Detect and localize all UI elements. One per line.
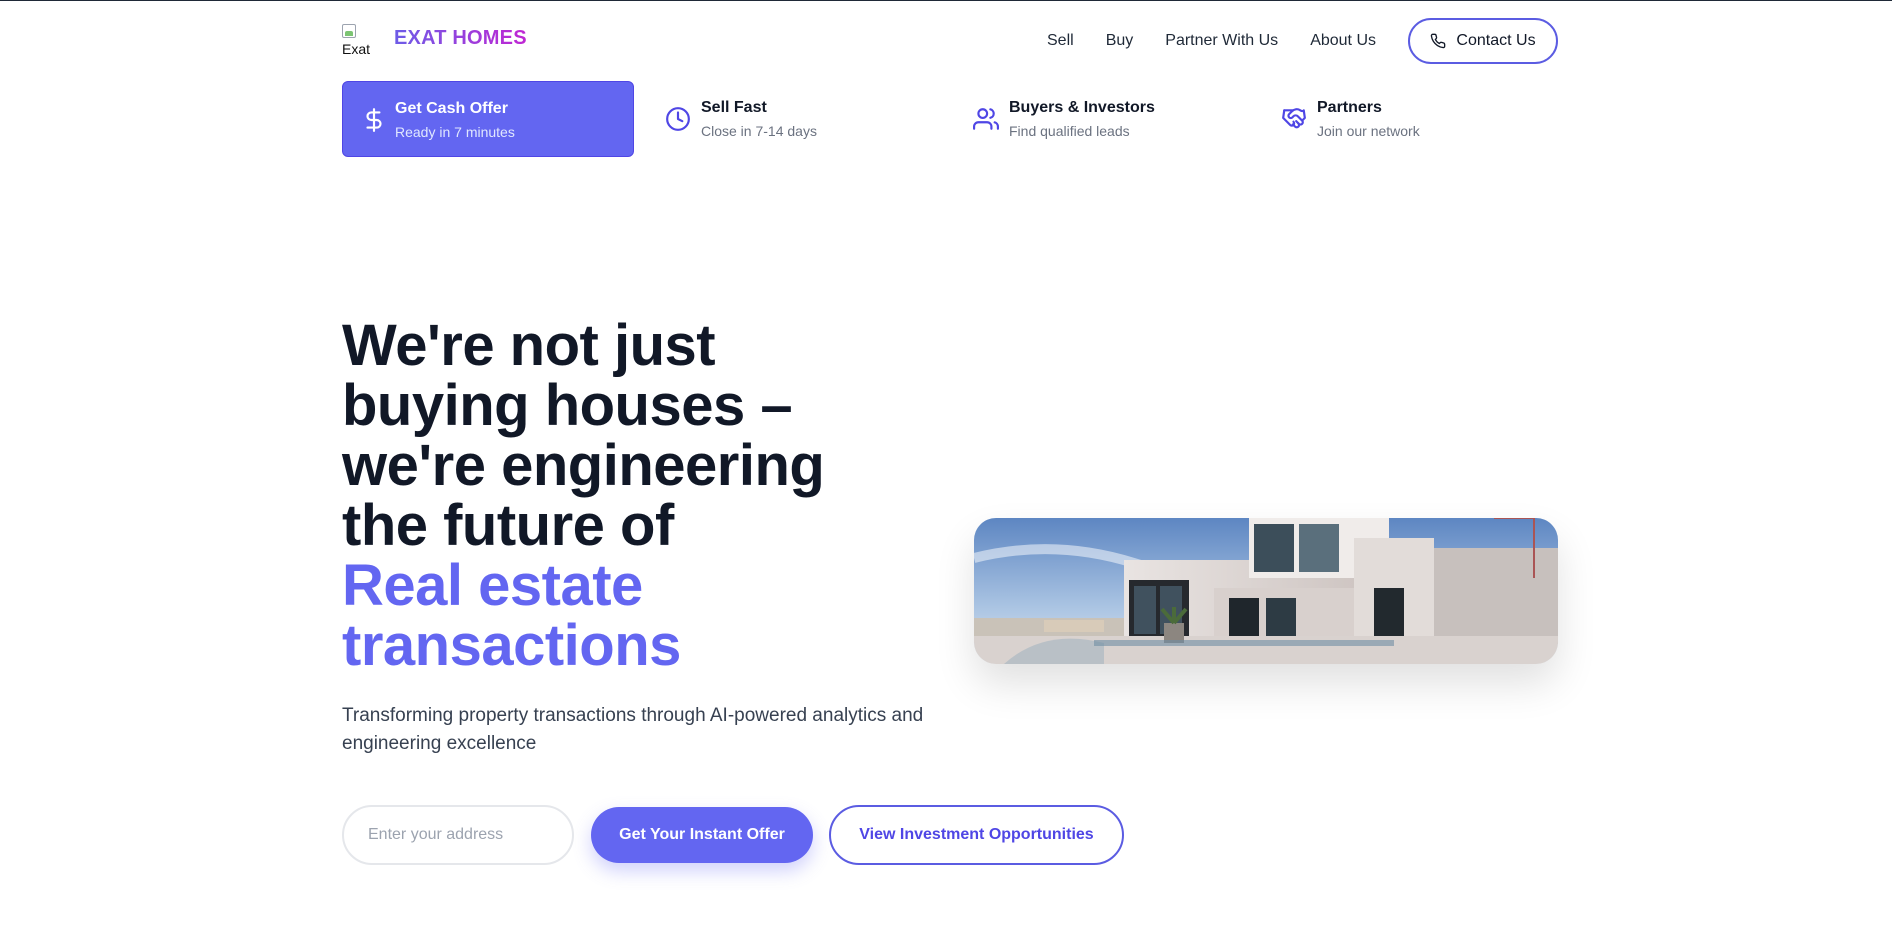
tile-get-cash-offer[interactable]: Get Cash Offer Ready in 7 minutes: [342, 81, 634, 157]
brand[interactable]: Exat EXAT HOMES: [342, 20, 527, 57]
logo-alt-text: Exat: [342, 41, 371, 57]
view-investment-opportunities-button[interactable]: View Investment Opportunities: [829, 805, 1124, 865]
hero-house-image: [974, 518, 1558, 664]
tile-buyers-investors[interactable]: Buyers & Investors Find qualified leads: [973, 81, 1265, 157]
brand-name[interactable]: EXAT HOMES: [394, 27, 527, 50]
handshake-icon: [1282, 108, 1306, 129]
hero-title-line: We're not just: [342, 313, 716, 378]
hero-title-line: we're engineering: [342, 433, 825, 498]
quick-actions: Get Cash Offer Ready in 7 minutes Sell F…: [342, 81, 1558, 157]
hero-subtitle: Transforming property transactions throu…: [342, 705, 924, 754]
logo-image: Exat: [342, 20, 372, 57]
broken-image-icon: [342, 24, 356, 38]
tile-title: Buyers & Investors: [1009, 99, 1155, 116]
hero-title-accent: transactions: [342, 613, 681, 678]
users-icon: [973, 108, 999, 130]
nav-link-sell[interactable]: Sell: [1047, 32, 1074, 50]
tile-partners[interactable]: Partners Join our network: [1281, 81, 1573, 157]
tile-title: Partners: [1317, 99, 1382, 116]
tile-subtitle: Join our network: [1317, 123, 1420, 139]
tile-subtitle: Find qualified leads: [1009, 123, 1130, 139]
nav-link-about[interactable]: About Us: [1310, 32, 1376, 50]
top-border: [0, 0, 1892, 1]
tile-sell-fast[interactable]: Sell Fast Close in 7-14 days: [665, 81, 957, 157]
tile-subtitle: Close in 7-14 days: [701, 123, 817, 139]
dollar-icon: [366, 108, 382, 132]
main-nav: Sell Buy Partner With Us About Us Contac…: [1047, 16, 1558, 66]
hero-title-line: buying houses –: [342, 373, 793, 438]
contact-us-button[interactable]: Contact Us: [1408, 18, 1558, 64]
tile-title: Get Cash Offer: [395, 100, 508, 117]
nav-link-buy[interactable]: Buy: [1106, 32, 1134, 50]
phone-icon: [1431, 33, 1446, 49]
tile-title: Sell Fast: [701, 99, 767, 116]
nav-link-partner[interactable]: Partner With Us: [1165, 32, 1278, 50]
house-photo: [974, 518, 1558, 664]
contact-us-label: Contact Us: [1456, 32, 1536, 49]
hero-title-line: the future of: [342, 493, 674, 558]
site-header: Exat EXAT HOMES Sell Buy Partner With Us…: [342, 16, 1558, 66]
hero-title-accent: Real estate: [342, 553, 643, 618]
clock-icon: [666, 107, 690, 131]
tile-subtitle: Ready in 7 minutes: [395, 124, 515, 140]
get-instant-offer-button[interactable]: Get Your Instant Offer: [591, 807, 813, 863]
address-input[interactable]: [342, 805, 574, 865]
hero-title: We're not just buying houses – we're eng…: [342, 316, 942, 676]
